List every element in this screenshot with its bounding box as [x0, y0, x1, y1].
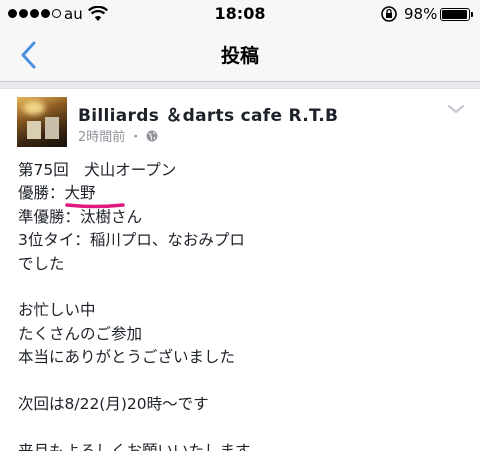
post-line-winner: 優勝：大野 — [18, 182, 468, 209]
rotation-lock-icon — [380, 5, 398, 27]
post-line: 3位タイ：稲川プロ、なおみプロ — [18, 231, 245, 250]
post-line: でした — [18, 254, 65, 273]
post-line: 準優勝：汰樹さん — [18, 207, 143, 226]
winner-label: 優勝： — [18, 184, 65, 203]
post-line: 第75回 犬山オープン — [18, 161, 177, 179]
post-body: 第75回 犬山オープン 優勝：大野 準優勝：汰樹さん 3位タイ：稲川プロ、なおみ… — [18, 159, 468, 451]
page-title: 投稿 — [220, 45, 259, 67]
handwritten-underline-mark — [64, 203, 125, 209]
post-meta: 2時間前 ・ — [78, 126, 158, 145]
post-line: 次回は8/22(月)20時〜です — [18, 394, 209, 413]
status-bar: au 18:08 98% — [0, 0, 480, 28]
battery-percentage: 98% — [404, 5, 438, 23]
post-line: お忙しい中 — [18, 301, 96, 320]
post-line: 本当にありがとうございました — [18, 348, 236, 367]
page-name-link[interactable]: Billiards ＆darts cafe R.T.B — [78, 101, 338, 126]
post-line: たくさんのご参加 — [18, 324, 143, 343]
navigation-bar: 投稿 — [0, 28, 480, 82]
globe-icon — [146, 130, 158, 141]
post-menu-button[interactable] — [446, 101, 466, 115]
post-timestamp[interactable]: 2時間前 — [78, 126, 125, 145]
winner-name: 大野 — [64, 184, 96, 203]
battery-icon — [440, 8, 470, 21]
post-card: Billiards ＆darts cafe R.T.B 2時間前 ・ 第75回 … — [0, 88, 480, 451]
battery-tip — [471, 12, 473, 17]
chevron-down-icon — [448, 105, 464, 113]
post-line: 来月もよろしくお願いいたします — [18, 441, 251, 451]
meta-separator: ・ — [129, 130, 143, 145]
page-avatar[interactable] — [17, 97, 67, 147]
